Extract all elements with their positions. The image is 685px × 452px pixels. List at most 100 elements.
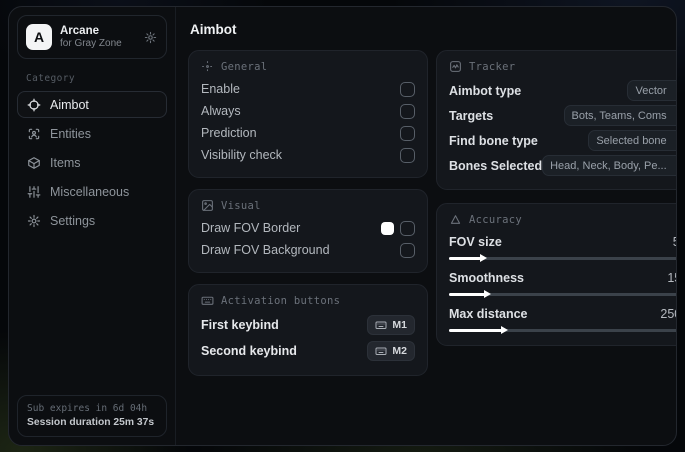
page-title: Aimbot (190, 22, 237, 37)
card-title: Visual (221, 199, 261, 212)
select-row: Bones Selected Head, Neck, Body, Pe... (449, 153, 676, 178)
row-label: Second keybind (201, 344, 297, 358)
row-label: Smoothness (449, 271, 525, 285)
toggle-row: Draw FOV Border (201, 217, 415, 239)
slider-fill (449, 257, 481, 260)
person-scan-icon (27, 127, 41, 141)
row-label: Draw FOV Border (201, 221, 301, 235)
sidebar-item-items[interactable]: Items (17, 149, 167, 176)
crosshair-icon (201, 60, 214, 73)
sidebar-nav: Aimbot Entities Items Miscellaneous Sett… (17, 91, 167, 236)
sidebar: A Arcane for Gray Zone Category Aimbot E… (9, 7, 176, 445)
row-label: Bones Selected (449, 158, 543, 173)
sidebar-item-label: Items (50, 155, 81, 170)
find-bone-type-select[interactable]: Selected bone (588, 130, 676, 151)
gear-icon[interactable] (144, 31, 157, 44)
box-icon (27, 156, 41, 170)
accuracy-card-header: Accuracy (449, 213, 676, 226)
card-title: Activation buttons (221, 294, 341, 307)
brand-text: Arcane for Gray Zone (60, 25, 122, 50)
sidebar-item-label: Miscellaneous (50, 184, 130, 199)
fov-border-color-swatch[interactable] (381, 221, 394, 235)
select-row: Find bone type Selected bone (449, 128, 676, 153)
chevron-up-down-icon (673, 110, 676, 121)
chevron-up-down-icon (673, 160, 676, 171)
subscription-info-card: Sub expires in 6d 04h Session duration 2… (17, 395, 167, 437)
crosshair-icon (27, 98, 41, 112)
second-keybind-button[interactable]: M2 (367, 341, 415, 361)
card-title: General (221, 60, 268, 73)
fov-size-slider[interactable] (449, 254, 676, 262)
select-value: Selected bone (596, 134, 667, 147)
brand-logo: A (26, 24, 52, 50)
sidebar-item-miscellaneous[interactable]: Miscellaneous (17, 178, 167, 205)
sidebar-item-settings[interactable]: Settings (17, 207, 167, 234)
keyboard-icon (375, 345, 387, 357)
slider-thumb[interactable] (501, 326, 509, 334)
draw-fov-border-checkbox[interactable] (400, 220, 415, 236)
toggle-row: Enable (201, 78, 415, 100)
session-duration-text: Session duration 25m 37s (27, 417, 155, 428)
main-content: Aimbot General Enable Always Prediction … (176, 7, 676, 445)
slider-group: Max distance 250m (449, 307, 676, 334)
chevron-up-down-icon (673, 85, 676, 96)
sidebar-item-label: Entities (50, 126, 91, 141)
sidebar-item-entities[interactable]: Entities (17, 120, 167, 147)
category-label: Category (26, 73, 75, 84)
sidebar-item-label: Aimbot (50, 97, 89, 112)
slider-fill (449, 293, 486, 296)
brand-name: Arcane (60, 24, 99, 37)
row-label: FOV size (449, 235, 502, 249)
row-label: Draw FOV Background (201, 243, 330, 257)
activation-buttons-card: Activation buttons First keybind M1 Seco… (188, 284, 428, 376)
prediction-checkbox[interactable] (400, 125, 415, 141)
keybind-row: Second keybind M2 (201, 338, 415, 364)
visual-card: Visual Draw FOV Border Draw FOV Backgrou… (188, 189, 428, 273)
sidebar-item-label: Settings (50, 213, 96, 228)
desktop-background: A Arcane for Gray Zone Category Aimbot E… (0, 0, 685, 452)
select-row: Targets Bots, Teams, Coms (449, 103, 676, 128)
activity-icon (449, 60, 462, 73)
slider-thumb[interactable] (484, 290, 492, 298)
visibility-check-checkbox[interactable] (400, 147, 415, 163)
general-card: General Enable Always Prediction Visibil… (188, 50, 428, 178)
select-row: Aimbot type Vector (449, 78, 676, 103)
targets-select[interactable]: Bots, Teams, Coms (563, 105, 676, 126)
max-distance-value: 250m (660, 307, 676, 321)
triangle-icon (449, 213, 462, 226)
sidebar-item-aimbot[interactable]: Aimbot (17, 91, 167, 118)
max-distance-slider[interactable] (449, 326, 676, 334)
row-label: Targets (449, 108, 494, 123)
slider-fill (449, 329, 503, 332)
gear-icon (27, 214, 41, 228)
activation-card-header: Activation buttons (201, 294, 415, 307)
keyboard-icon (375, 319, 387, 331)
enable-checkbox[interactable] (400, 81, 415, 97)
select-value: Vector (635, 84, 667, 97)
row-label: Aimbot type (449, 83, 522, 98)
row-label: Find bone type (449, 133, 538, 148)
slider-thumb[interactable] (479, 254, 487, 262)
smoothness-slider[interactable] (449, 290, 676, 298)
always-checkbox[interactable] (400, 103, 415, 119)
row-label: Prediction (201, 126, 257, 140)
sliders-icon (27, 185, 41, 199)
fov-size-value: 50° (673, 235, 676, 249)
first-keybind-button[interactable]: M1 (367, 315, 415, 335)
aimbot-type-select[interactable]: Vector (627, 80, 676, 101)
keybind-row: First keybind M1 (201, 312, 415, 338)
brand-subtitle: for Gray Zone (60, 37, 122, 49)
app-window: A Arcane for Gray Zone Category Aimbot E… (8, 6, 677, 446)
toggle-row: Visibility check (201, 144, 415, 166)
slider-group: Smoothness 15.0 (449, 271, 676, 298)
toggle-row: Draw FOV Background (201, 239, 415, 261)
bones-selected-select[interactable]: Head, Neck, Body, Pe... (542, 155, 676, 176)
card-title: Accuracy (469, 213, 522, 226)
draw-fov-background-checkbox[interactable] (400, 242, 415, 258)
select-value: Head, Neck, Body, Pe... (550, 159, 667, 172)
slider-group: FOV size 50° (449, 235, 676, 262)
select-value: Bots, Teams, Coms (571, 109, 667, 122)
brand-card: A Arcane for Gray Zone (17, 15, 167, 59)
keybind-value: M2 (392, 345, 407, 357)
visual-card-header: Visual (201, 199, 415, 212)
